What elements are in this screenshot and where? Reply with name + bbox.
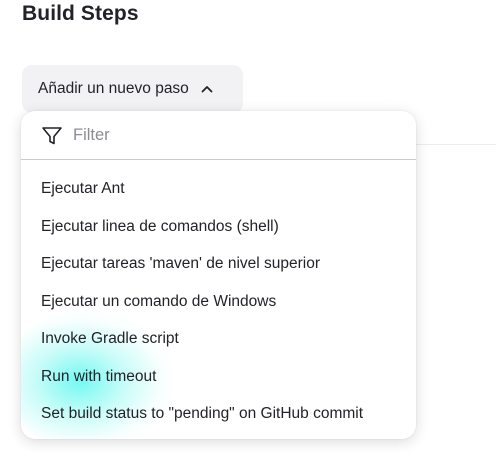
chevron-up-icon xyxy=(201,86,213,93)
menu-item-ejecutar-ant[interactable]: Ejecutar Ant xyxy=(21,170,416,208)
menu-item-run-with-timeout[interactable]: Run with timeout xyxy=(21,358,416,396)
filter-input[interactable] xyxy=(73,121,393,149)
menu-item-invoke-gradle[interactable]: Invoke Gradle script xyxy=(21,320,416,358)
add-build-step-label: Añadir un nuevo paso xyxy=(38,80,189,97)
menu-item-ejecutar-shell[interactable]: Ejecutar linea de comandos (shell) xyxy=(21,208,416,246)
menu-item-github-pending-status[interactable]: Set build status to "pending" on GitHub … xyxy=(21,395,416,433)
filter-icon xyxy=(42,127,62,145)
add-step-dropdown: Ejecutar Ant Ejecutar linea de comandos … xyxy=(21,111,416,439)
add-build-step-button[interactable]: Añadir un nuevo paso xyxy=(22,65,243,113)
step-options-list: Ejecutar Ant Ejecutar linea de comandos … xyxy=(21,170,416,433)
build-steps-page: Build Steps Añadir un nuevo paso Ejecuta… xyxy=(0,0,496,452)
section-title: Build Steps xyxy=(22,2,139,25)
filter-row xyxy=(21,111,416,160)
section-divider xyxy=(415,144,496,145)
menu-item-ejecutar-maven[interactable]: Ejecutar tareas 'maven' de nivel superio… xyxy=(21,245,416,283)
menu-item-ejecutar-windows-command[interactable]: Ejecutar un comando de Windows xyxy=(21,283,416,321)
